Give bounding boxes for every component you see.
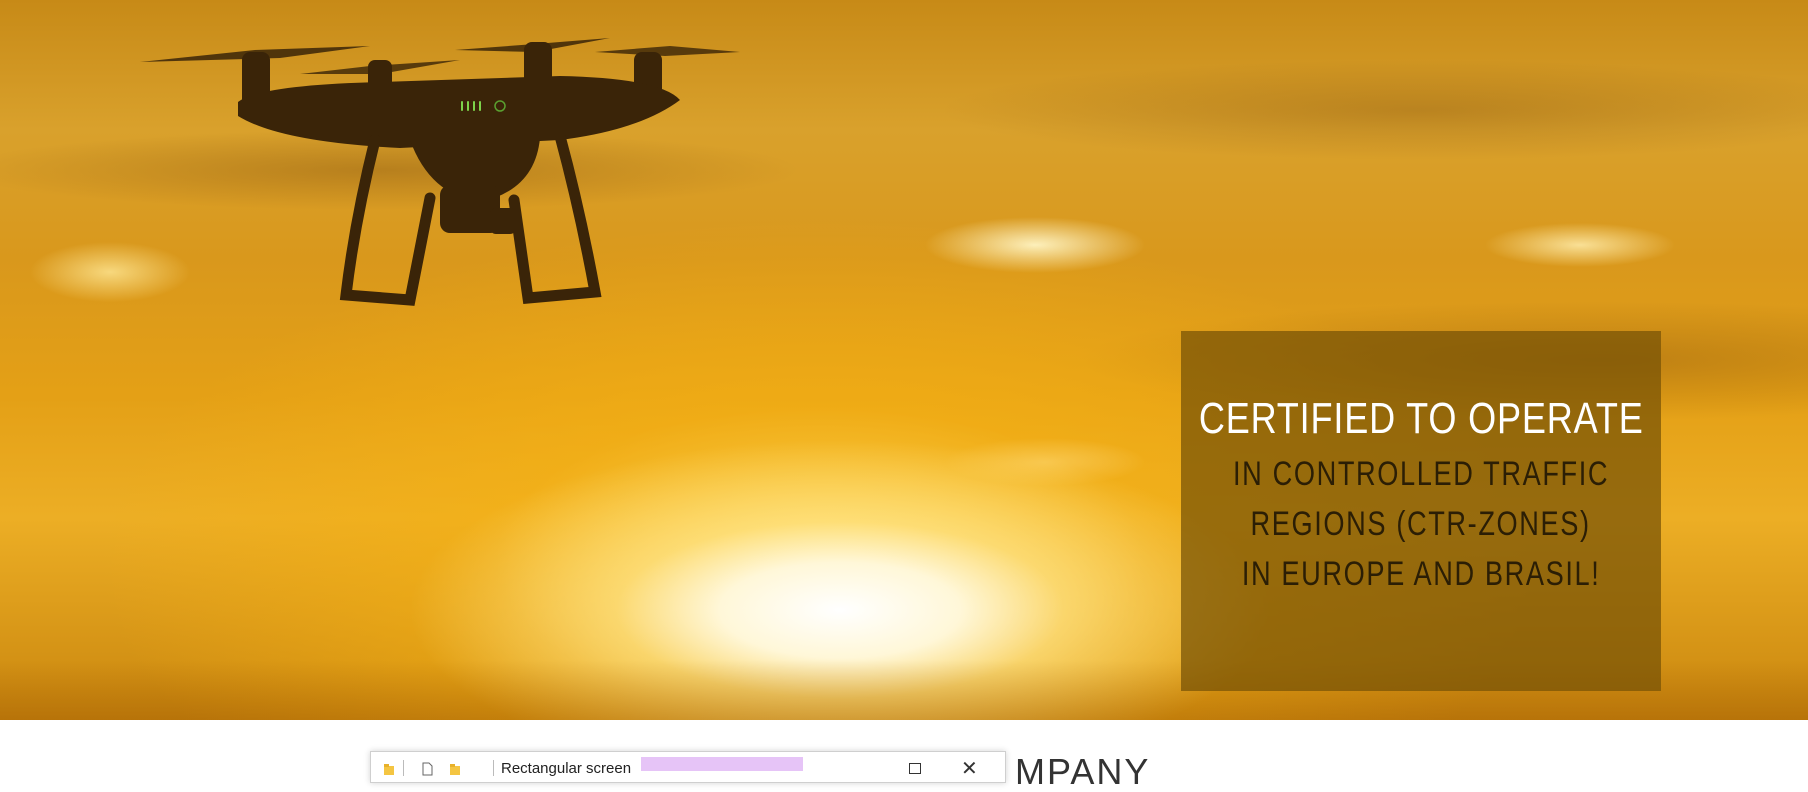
certification-panel: CERTIFIED TO OPERATE IN CONTROLLED TRAFF… [1181, 331, 1661, 691]
certification-line-1: IN CONTROLLED TRAFFIC [1232, 455, 1610, 493]
certification-title: CERTIFIED TO OPERATE [1198, 394, 1644, 443]
drone-image [140, 38, 740, 306]
snipping-toolbar[interactable]: Rectangular screen ✕ [370, 751, 1006, 783]
toolbar-divider [403, 760, 404, 776]
new-document-icon[interactable] [421, 762, 433, 776]
toolbar-divider [493, 760, 494, 776]
certification-line-2: REGIONS (CTR-ZONES) [1250, 505, 1592, 543]
hero-banner: CERTIFIED TO OPERATE IN CONTROLLED TRAFF… [0, 0, 1808, 720]
folder-icon[interactable] [449, 762, 461, 776]
certification-line-3: IN EUROPE AND BRASIL! [1241, 555, 1601, 593]
folder-icon[interactable] [383, 762, 395, 776]
section-heading: MPANY [1015, 751, 1151, 792]
